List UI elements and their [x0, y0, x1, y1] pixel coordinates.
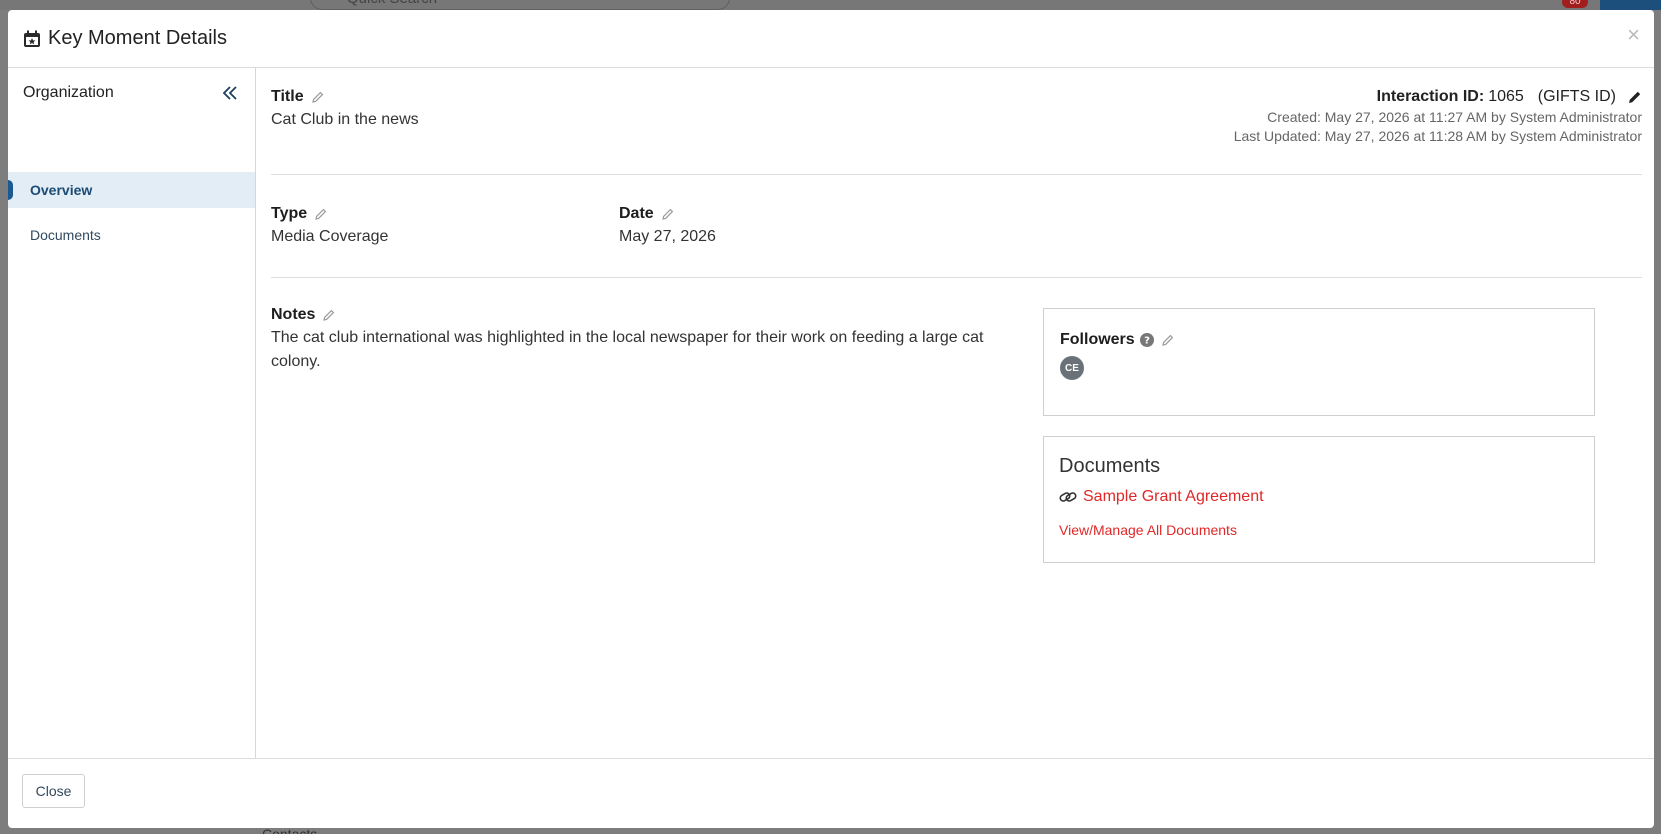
type-date-section: Type Media Coverage Date May 27, 2026	[271, 175, 1642, 278]
date-label-text: Date	[619, 205, 654, 222]
sidebar-header: Organization	[8, 68, 255, 102]
link-icon	[1059, 492, 1077, 502]
avatar[interactable]: CE	[1060, 356, 1084, 380]
interaction-id: Interaction ID: 1065 (GIFTS ID)	[1377, 88, 1642, 106]
modal-header: Key Moment Details ×	[8, 10, 1654, 68]
close-button[interactable]: Close	[22, 774, 85, 808]
background-topbar	[0, 0, 1661, 10]
pencil-icon[interactable]	[311, 91, 324, 103]
pencil-icon[interactable]	[323, 309, 335, 321]
notes-value: The cat club international was highlight…	[271, 329, 984, 370]
sidebar-nav: Overview Documents	[8, 172, 255, 253]
document-link[interactable]: Sample Grant Agreement	[1059, 488, 1579, 506]
modal-body: Organization Overview Documents Title Ca…	[8, 68, 1654, 758]
modal-footer: Close	[8, 758, 1654, 828]
type-label: Type	[271, 205, 327, 223]
sidebar-item-label: Overview	[30, 182, 93, 198]
background-search-input: Quick Search	[310, 0, 730, 10]
type-label-text: Type	[271, 205, 308, 222]
type-value: Media Coverage	[271, 228, 389, 245]
interaction-id-value: 1065	[1488, 88, 1524, 105]
sidebar-item-documents[interactable]: Documents	[8, 217, 255, 253]
sidebar-heading: Organization	[23, 84, 114, 101]
documents-heading: Documents	[1059, 455, 1161, 477]
date-value: May 27, 2026	[619, 228, 716, 245]
close-icon[interactable]: ×	[1627, 22, 1640, 48]
title-label: Title	[271, 88, 324, 106]
pencil-icon[interactable]	[661, 208, 674, 220]
notes-label: Notes	[271, 306, 335, 324]
edit-icon[interactable]	[1628, 90, 1642, 104]
main-content: Title Cat Club in the news Interaction I…	[256, 68, 1654, 758]
help-icon[interactable]: ?	[1139, 333, 1154, 347]
interaction-id-label: Interaction ID:	[1376, 88, 1485, 105]
documents-panel: Documents Sample Grant Agreement View/Ma…	[1043, 436, 1595, 563]
double-chevron-left-icon[interactable]	[221, 84, 239, 102]
document-link-label: Sample Grant Agreement	[1083, 488, 1264, 505]
title-section: Title Cat Club in the news Interaction I…	[271, 68, 1642, 175]
type-field: Type Media Coverage	[271, 205, 619, 277]
title-label-text: Title	[271, 88, 304, 105]
background-notification-badge: 80	[1562, 0, 1588, 8]
pencil-icon[interactable]	[315, 208, 327, 220]
modal-title: Key Moment Details	[48, 27, 227, 49]
sidebar: Organization Overview Documents	[8, 68, 256, 758]
created-timestamp: Created: May 27, 2026 at 11:27 AM by Sys…	[1267, 109, 1642, 125]
followers-label: Followers ?	[1060, 331, 1174, 349]
followers-label-text: Followers	[1060, 331, 1135, 348]
sidebar-item-label: Documents	[30, 227, 101, 243]
updated-timestamp: Last Updated: May 27, 2026 at 11:28 AM b…	[1233, 128, 1642, 144]
gifts-id: (GIFTS ID)	[1537, 88, 1616, 105]
date-field: Date May 27, 2026	[619, 205, 716, 277]
manage-documents-link[interactable]: View/Manage All Documents	[1059, 522, 1579, 538]
calendar-icon	[24, 30, 40, 47]
key-moment-modal: Key Moment Details × Organization Overvi…	[8, 10, 1654, 828]
pencil-icon[interactable]	[1161, 334, 1174, 346]
interaction-meta: Interaction ID: 1065 (GIFTS ID) Created:…	[1234, 88, 1642, 144]
svg-text:?: ?	[1144, 336, 1150, 347]
sidebar-item-overview[interactable]: Overview	[8, 172, 255, 208]
notes-label-text: Notes	[271, 306, 316, 323]
background-create-button	[1600, 0, 1661, 10]
date-label: Date	[619, 205, 674, 223]
followers-panel: Followers ? CE	[1043, 308, 1595, 416]
